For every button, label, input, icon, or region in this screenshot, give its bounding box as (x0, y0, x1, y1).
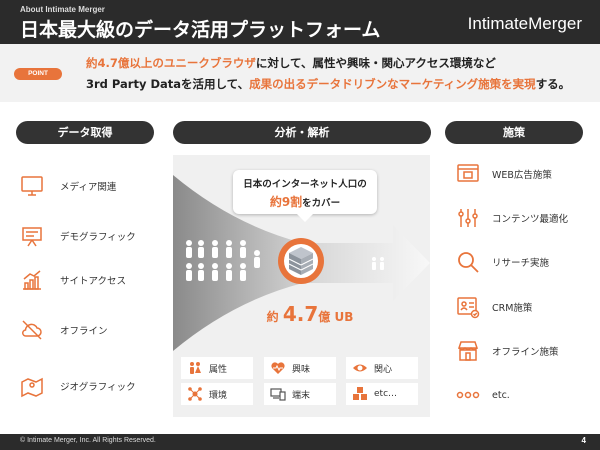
right-item-label: WEB広告施策 (492, 170, 552, 181)
column-header-measures: 施策 (445, 121, 583, 144)
coverage-callout: 日本のインターネット人口の 約9割をカバー (233, 170, 377, 222)
heart-pulse-icon (271, 362, 285, 374)
cloud-off-icon (22, 320, 42, 340)
right-item-offline-measures: オフライン施策 (456, 339, 559, 363)
count-prefix: 約 (266, 310, 283, 324)
point-line1-rest: に対して、属性や興味・関心アクセス環境など (255, 56, 496, 70)
presentation-board-icon (22, 227, 42, 247)
magnifier-icon (458, 252, 479, 273)
company-logo: IntimateMerger (468, 14, 582, 34)
tag-label: 興味 (292, 364, 311, 375)
tag-concern: 関心 (346, 357, 418, 379)
right-item-research: リサーチ実施 (456, 250, 549, 274)
left-item-geographic: ジオグラフィック (20, 374, 136, 398)
tag-interest: 興味 (264, 357, 336, 379)
crm-card-icon (457, 297, 480, 319)
tag-label: 属性 (209, 364, 228, 375)
tag-label: 関心 (374, 364, 393, 375)
point-line2-highlight: 成果の出るデータドリブンなマーケティング施策を実現 (249, 77, 536, 91)
point-line2-pre: 3rd Party Dataを活用して、 (86, 77, 250, 91)
tag-label: 環境 (209, 390, 228, 401)
point-badge: POINT (14, 68, 62, 80)
monitor-icon (21, 176, 43, 196)
callout-line-1: 日本のインターネット人口の (243, 179, 367, 190)
left-item-label: オフライン (60, 326, 108, 337)
server-stack-icon (278, 238, 324, 284)
logo-bold: Intimate (467, 14, 529, 33)
page-number: 4 (581, 436, 586, 445)
sliders-icon (458, 209, 478, 227)
right-item-crm: CRM施策 (456, 295, 532, 319)
page-title: 日本最大級のデータ活用プラットフォーム (20, 19, 381, 41)
network-icon (188, 387, 202, 401)
people-icon (190, 362, 201, 374)
callout-line-2: 約9割をカバー (233, 193, 377, 210)
browser-ad-icon (457, 164, 479, 182)
slide-header: About Intimate Merger 日本最大級のデータ活用プラットフォー… (0, 0, 600, 44)
logo-thin: Merger (528, 14, 582, 33)
cubes-icon (353, 387, 367, 400)
tag-attribute: 属性 (181, 357, 253, 379)
storefront-icon (457, 341, 479, 361)
unique-browser-count: 約 4.7億 UB (260, 302, 360, 326)
point-line-2: 3rd Party Dataを活用して、成果の出るデータドリブンなマーケティング… (86, 76, 570, 92)
tag-etc: etc… (346, 383, 418, 405)
count-number: 4.7 (282, 302, 319, 326)
left-item-media: メディア関連 (20, 174, 116, 198)
dots-icon (456, 391, 480, 399)
left-item-label: メディア関連 (60, 182, 117, 193)
right-item-label: CRM施策 (492, 303, 533, 314)
copyright: © Intimate Merger, Inc. All Rights Reser… (20, 437, 156, 444)
column-header-data-acquisition: データ取得 (16, 121, 154, 144)
point-line-1: 約4.7億以上のユニークブラウザに対して、属性や興味・関心アクセス環境など (86, 55, 496, 71)
devices-icon (270, 388, 286, 401)
tag-label: etc… (374, 389, 398, 399)
right-item-label: オフライン施策 (492, 347, 559, 358)
point-line2-post: する。 (535, 77, 571, 91)
right-item-web-ads: WEB広告施策 (456, 162, 552, 186)
column-header-analysis: 分析・解析 (173, 121, 431, 144)
left-item-demographic: デモグラフィック (20, 224, 136, 248)
right-item-label: etc. (492, 389, 510, 401)
right-item-label: コンテンツ最適化 (492, 214, 569, 225)
callout-highlight: 約9割 (269, 195, 303, 209)
left-item-site-access: サイトアクセス (20, 268, 126, 292)
slide-footer: © Intimate Merger, Inc. All Rights Reser… (0, 434, 600, 450)
right-item-etc: etc. (456, 383, 510, 407)
growth-chart-icon (23, 270, 41, 290)
count-suffix: 億 UB (318, 310, 354, 324)
left-item-label: サイトアクセス (60, 276, 127, 287)
map-pin-icon (21, 377, 43, 398)
point-band: POINT 約4.7億以上のユニークブラウザに対して、属性や興味・関心アクセス環… (0, 44, 600, 102)
callout-rest: をカバー (302, 198, 341, 209)
header-supertitle: About Intimate Merger (20, 5, 105, 14)
callout-tail (297, 214, 313, 222)
left-item-label: ジオグラフィック (60, 382, 136, 393)
eye-icon (353, 364, 367, 372)
tag-device: 端末 (264, 383, 336, 405)
left-item-label: デモグラフィック (60, 232, 136, 243)
right-item-label: リサーチ実施 (492, 258, 550, 269)
point-line1-highlight: 約4.7億以上のユニークブラウザ (86, 56, 256, 70)
tag-environment: 環境 (181, 383, 253, 405)
right-item-content-optimization: コンテンツ最適化 (456, 206, 568, 230)
tag-label: 端末 (292, 390, 311, 401)
left-item-offline: オフライン (20, 318, 108, 342)
